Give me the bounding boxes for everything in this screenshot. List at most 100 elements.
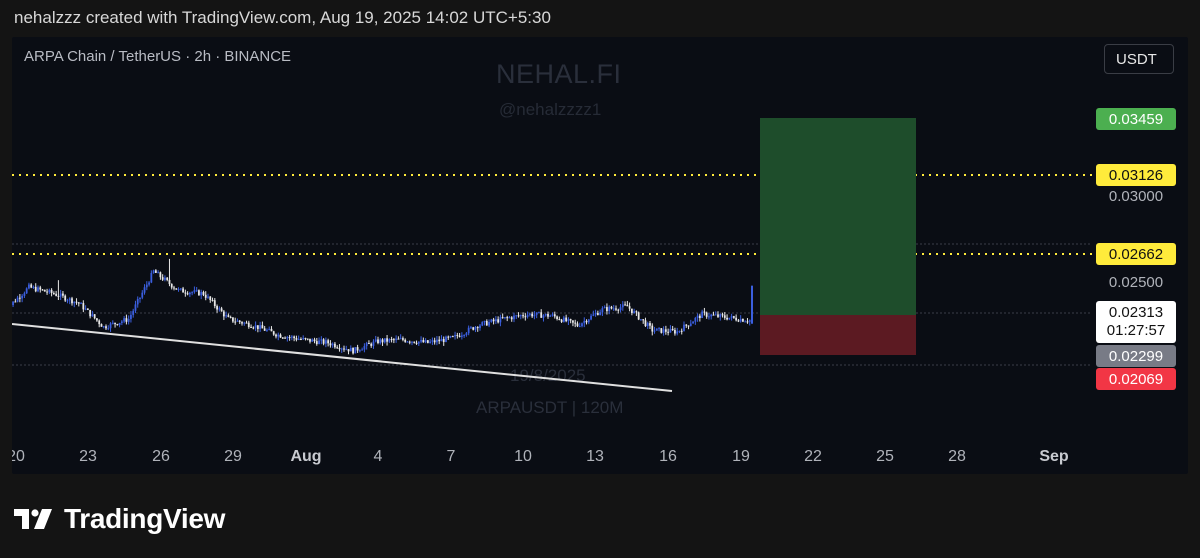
candle-body — [513, 315, 515, 320]
candle-body — [34, 286, 37, 292]
candle-body — [619, 307, 622, 311]
candle-body — [456, 334, 459, 336]
candle-body — [664, 329, 667, 332]
candle-body — [57, 295, 60, 297]
candle-body — [476, 327, 479, 329]
candle-body — [25, 288, 28, 294]
candle-body — [39, 287, 42, 290]
candle-body — [551, 314, 554, 316]
candle-body — [77, 302, 80, 304]
candle-body — [315, 341, 318, 345]
candle-body — [497, 319, 500, 323]
candle-body — [159, 272, 162, 278]
candle-body — [408, 341, 411, 343]
candle-body — [449, 336, 452, 338]
candle-body — [583, 320, 586, 324]
candle-body — [683, 324, 685, 332]
x-tick-sep: Sep — [1039, 448, 1069, 465]
candle-body — [300, 338, 302, 340]
candle-body — [322, 339, 325, 344]
candle-body — [340, 348, 343, 350]
x-tick-28: 28 — [948, 448, 966, 465]
candle-body — [334, 343, 336, 348]
candle-body — [572, 320, 574, 323]
candle-body — [275, 334, 277, 337]
tradingview-logo: TradingView — [14, 503, 225, 535]
price-label-tp1: 0.03126 — [1096, 164, 1176, 186]
candle-body — [295, 338, 298, 340]
candle-body — [494, 319, 497, 322]
candle-body — [392, 339, 395, 341]
chart-panel[interactable]: ARPA Chain / TetherUS · 2h · BINANCE USD… — [12, 37, 1188, 474]
candle-body — [499, 317, 502, 323]
candle-body — [331, 343, 334, 346]
candle-body — [562, 317, 565, 322]
candle-body — [62, 293, 64, 296]
candle-body — [615, 308, 617, 310]
candle-body — [241, 322, 243, 324]
candle-body — [304, 338, 307, 340]
candle-body — [250, 326, 252, 328]
stop-zone[interactable] — [760, 315, 916, 355]
candle-body — [114, 322, 116, 325]
candle-body — [130, 314, 132, 319]
candle-body — [447, 336, 450, 338]
candle-body — [327, 340, 330, 344]
candle-body — [98, 320, 101, 325]
candle-body — [207, 296, 209, 298]
candle-body — [406, 341, 409, 343]
candle-body — [538, 312, 540, 314]
candle-body — [168, 279, 171, 284]
candle-body — [470, 327, 472, 329]
price-label-entry: 0.02299 — [1096, 345, 1176, 367]
candles-group — [12, 258, 753, 355]
price-label-level: 0.02662 — [1096, 243, 1176, 265]
candle-body — [388, 339, 391, 342]
candle-body — [517, 315, 520, 317]
candle-body — [71, 298, 73, 304]
candle-body — [390, 339, 393, 341]
candle-body — [501, 317, 504, 319]
price-plot[interactable] — [12, 37, 1188, 474]
candle-body — [170, 283, 173, 288]
candle-body — [338, 347, 341, 350]
candle-body — [286, 337, 289, 339]
candle-body — [37, 287, 39, 292]
candle-body — [345, 349, 348, 351]
current-price: 0.02313 — [1108, 304, 1164, 321]
x-tick-4: 4 — [373, 448, 383, 465]
candle-body — [143, 287, 146, 293]
x-tick-13: 13 — [586, 448, 604, 465]
target-zone[interactable] — [760, 118, 916, 315]
candle-body — [111, 322, 114, 324]
candle-body — [306, 338, 309, 340]
candle-body — [721, 314, 724, 316]
candle-body — [302, 338, 305, 340]
candle-body — [336, 347, 339, 349]
x-tick-23: 23 — [79, 448, 97, 465]
candle-body — [728, 317, 731, 320]
candle-body — [50, 289, 53, 294]
candle-body — [123, 318, 126, 322]
candle-body — [549, 315, 552, 317]
candle-body — [386, 338, 388, 342]
candle-body — [612, 308, 615, 310]
candle-body — [608, 306, 611, 312]
candle-body — [198, 290, 200, 296]
candle-body — [669, 328, 672, 333]
candle-body — [585, 320, 588, 323]
candle-body — [717, 314, 719, 317]
trend-line[interactable] — [12, 323, 673, 392]
candle-body — [417, 341, 420, 344]
candle-body — [483, 320, 486, 323]
candle-body — [202, 292, 205, 295]
candle-body — [596, 313, 599, 315]
candle-body — [209, 296, 212, 301]
candle-body — [742, 318, 744, 322]
bar-countdown: 01:27:57 — [1106, 322, 1166, 339]
candle-body — [23, 293, 26, 296]
candle-body — [712, 314, 715, 316]
candle-body — [630, 308, 633, 313]
candle-body — [531, 313, 534, 317]
candle-body — [694, 317, 697, 322]
